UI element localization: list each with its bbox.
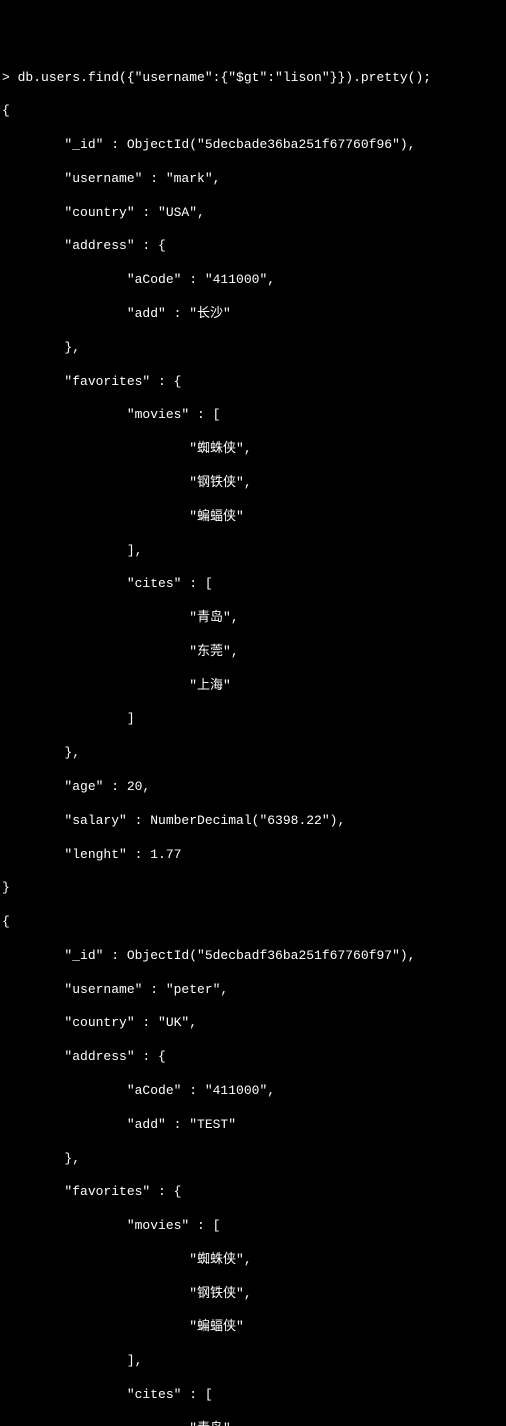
r0-movie3: "蝙蝠侠" <box>2 509 504 526</box>
r0-id: "_id" : ObjectId("5decbade36ba251f67760f… <box>2 137 504 154</box>
r0-add: "add" : "长沙" <box>2 306 504 323</box>
r1-address-close: }, <box>2 1151 504 1168</box>
r0-address-close: }, <box>2 340 504 357</box>
doc-open-1: { <box>2 914 504 931</box>
r0-country: "country" : "USA", <box>2 205 504 222</box>
r1-add: "add" : "TEST" <box>2 1117 504 1134</box>
r0-movies-open: "movies" : [ <box>2 407 504 424</box>
doc-close-0: } <box>2 880 504 897</box>
r0-movie1: "蜘蛛侠", <box>2 441 504 458</box>
command-text: db.users.find({"username":{"$gt":"lison"… <box>18 70 431 85</box>
r0-favorites-close: }, <box>2 745 504 762</box>
r1-address-open: "address" : { <box>2 1049 504 1066</box>
r0-salary: "salary" : NumberDecimal("6398.22"), <box>2 813 504 830</box>
r1-username: "username" : "peter", <box>2 982 504 999</box>
command-line[interactable]: > db.users.find({"username":{"$gt":"liso… <box>2 70 504 87</box>
r0-movie2: "钢铁侠", <box>2 475 504 492</box>
r0-cite1: "青岛", <box>2 610 504 627</box>
r1-movie3: "蝙蝠侠" <box>2 1319 504 1336</box>
r0-address-open: "address" : { <box>2 238 504 255</box>
r1-country: "country" : "UK", <box>2 1015 504 1032</box>
r0-aCode: "aCode" : "411000", <box>2 272 504 289</box>
prompt-symbol: > <box>2 70 18 85</box>
r1-movies-close: ], <box>2 1353 504 1370</box>
r0-cite2: "东莞", <box>2 644 504 661</box>
r0-age: "age" : 20, <box>2 779 504 796</box>
r1-movie1: "蜘蛛侠", <box>2 1252 504 1269</box>
r0-movies-close: ], <box>2 543 504 560</box>
r1-aCode: "aCode" : "411000", <box>2 1083 504 1100</box>
r1-favorites-open: "favorites" : { <box>2 1184 504 1201</box>
r0-cites-open: "cites" : [ <box>2 576 504 593</box>
doc-open-0: { <box>2 103 504 120</box>
r0-cite3: "上海" <box>2 678 504 695</box>
r1-movie2: "钢铁侠", <box>2 1286 504 1303</box>
r0-favorites-open: "favorites" : { <box>2 374 504 391</box>
r0-lenght: "lenght" : 1.77 <box>2 847 504 864</box>
r1-id: "_id" : ObjectId("5decbadf36ba251f67760f… <box>2 948 504 965</box>
r1-cite1: "青岛", <box>2 1421 504 1426</box>
r1-cites-open: "cites" : [ <box>2 1387 504 1404</box>
r0-cites-close: ] <box>2 711 504 728</box>
r0-username: "username" : "mark", <box>2 171 504 188</box>
r1-movies-open: "movies" : [ <box>2 1218 504 1235</box>
